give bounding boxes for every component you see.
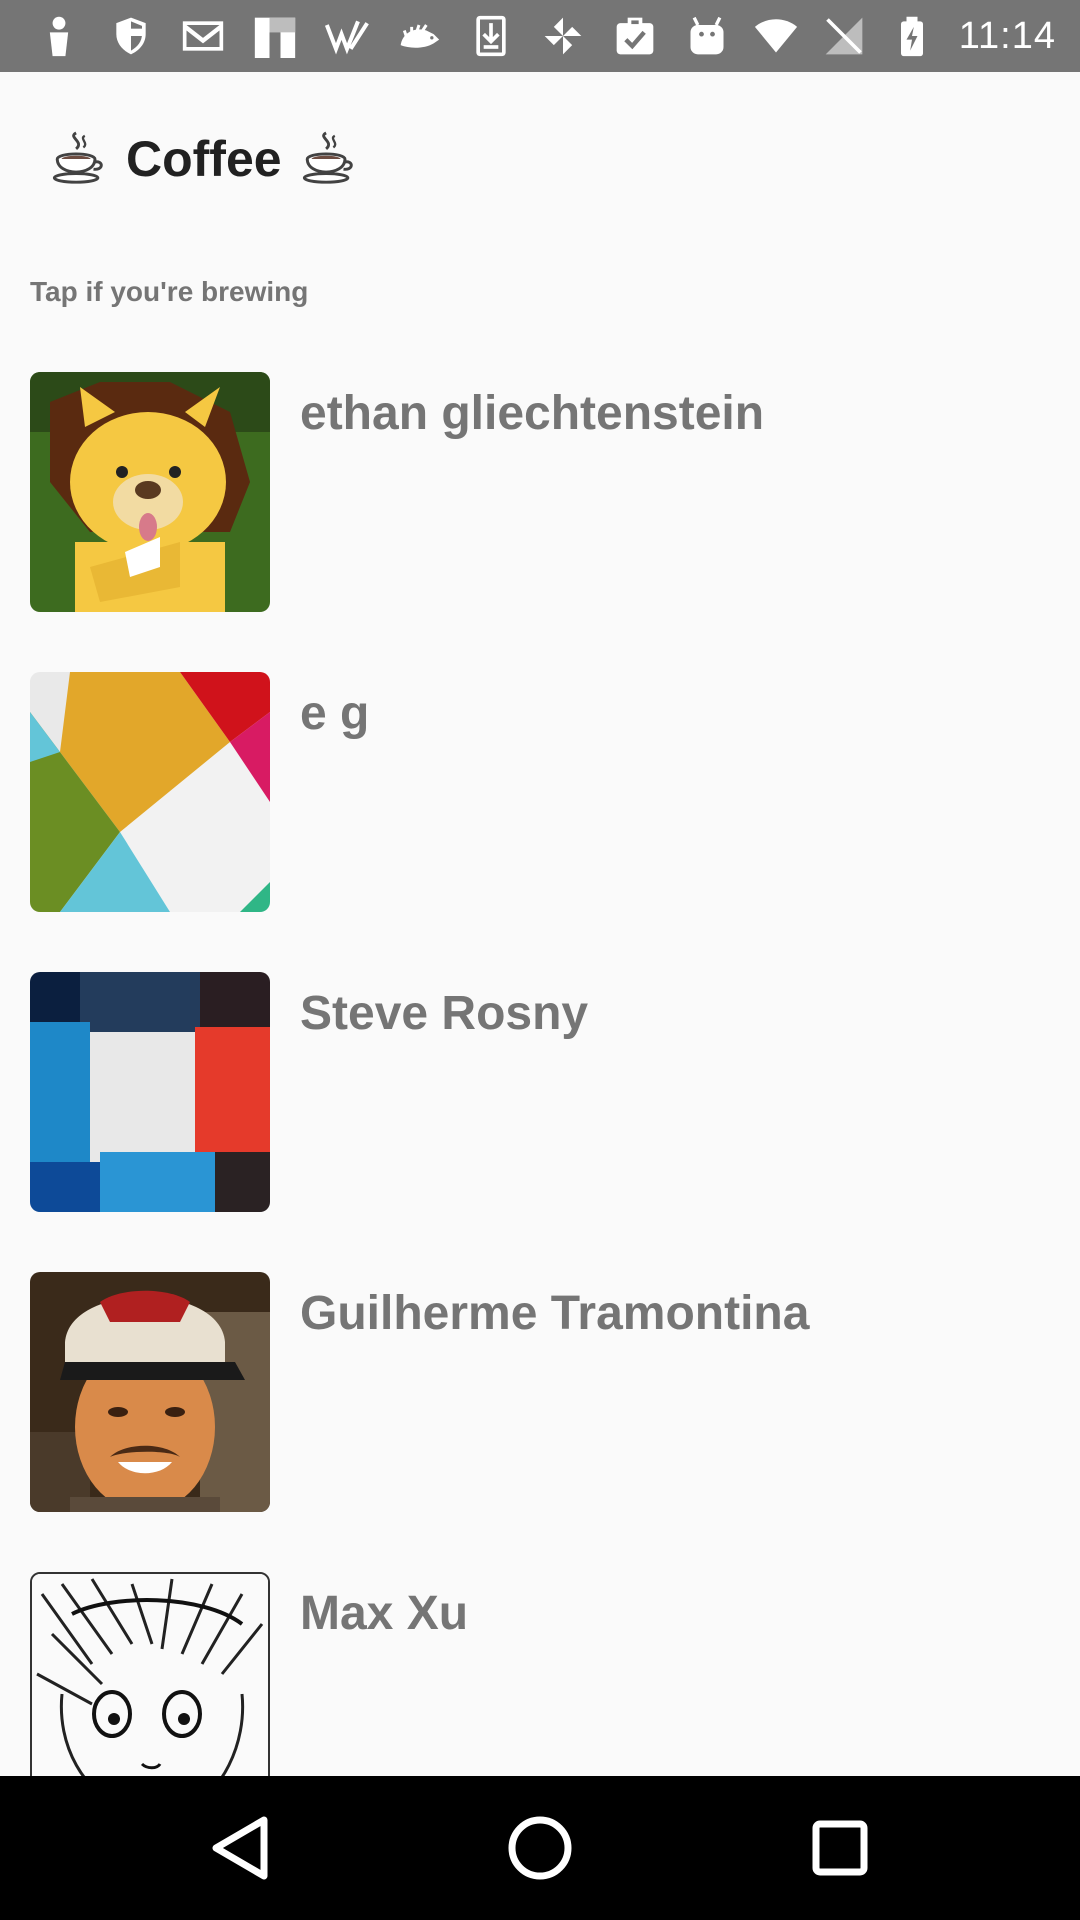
notification-icons — [34, 10, 754, 62]
status-bar: 11:14 — [0, 0, 1080, 72]
hedgehog-icon — [394, 11, 444, 61]
list-item[interactable]: ethan gliechtenstein — [30, 372, 1060, 612]
back-icon — [212, 1816, 268, 1880]
list-item[interactable]: Guilherme Tramontina — [30, 1272, 1060, 1512]
download-icon — [466, 11, 516, 61]
shield-icon — [106, 11, 156, 61]
no-signal-icon — [819, 11, 869, 61]
clipboard-check-icon — [610, 11, 660, 61]
subtitle: Tap if you're brewing — [30, 276, 309, 307]
app-title: Coffee — [50, 124, 358, 194]
status-clock: 11:14 — [958, 14, 1056, 57]
signal-w-icon — [322, 11, 372, 61]
person-name: ethan gliechtenstein — [300, 387, 765, 440]
cartoon-lion-avatar — [30, 372, 270, 612]
coffee-cup-icon — [302, 131, 353, 184]
recents-button[interactable] — [798, 1806, 882, 1890]
mail-icon — [178, 11, 228, 61]
battery-charging-icon — [887, 11, 937, 61]
coffee-cup-icon — [52, 131, 103, 184]
recents-icon — [812, 1820, 868, 1876]
person-name: e g — [300, 687, 370, 740]
back-button[interactable] — [198, 1806, 282, 1890]
person-icon — [34, 11, 84, 61]
list-item[interactable]: e g — [30, 672, 1060, 912]
home-icon — [508, 1816, 572, 1880]
image-icon — [250, 11, 300, 61]
person-name: Max Xu — [300, 1587, 469, 1640]
system-status: 11:14 — [751, 10, 1056, 62]
android-icon — [682, 11, 732, 61]
blue-red-tiles-avatar — [30, 972, 270, 1212]
wifi-icon — [751, 11, 801, 61]
page-title: Coffee — [126, 131, 282, 187]
home-button[interactable] — [498, 1806, 582, 1890]
person-name: Steve Rosny — [300, 987, 589, 1040]
colorful-tiles-avatar — [30, 672, 270, 912]
photo-person-avatar — [30, 1272, 270, 1512]
list-item[interactable]: Steve Rosny — [30, 972, 1060, 1212]
navigation-bar — [0, 1776, 1080, 1920]
pinwheel-icon — [538, 11, 588, 61]
person-name: Guilherme Tramontina — [300, 1287, 810, 1340]
